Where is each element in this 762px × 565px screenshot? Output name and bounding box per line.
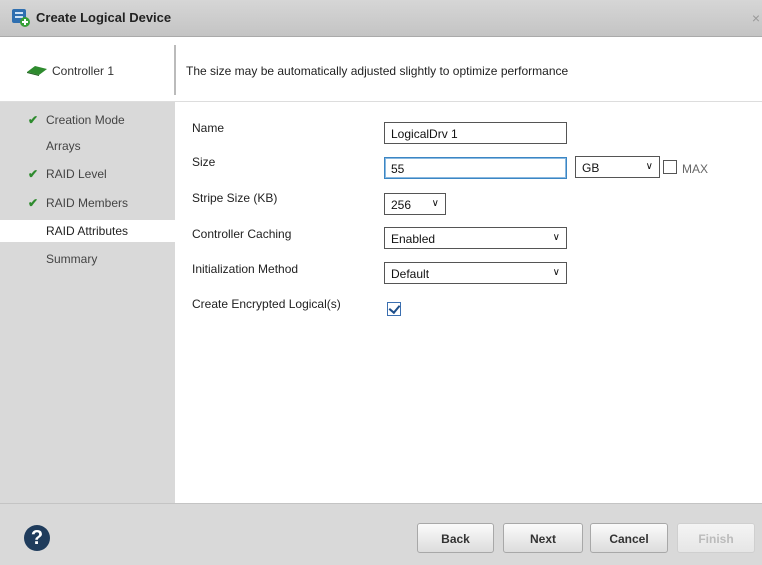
max-checkbox[interactable]	[663, 160, 677, 174]
finish-button[interactable]: Finish	[677, 523, 755, 553]
step-label: RAID Level	[46, 167, 107, 181]
chevron-down-icon: ∨	[552, 232, 560, 243]
step-summary[interactable]: Summary	[0, 248, 175, 270]
back-button[interactable]: Back	[417, 523, 494, 553]
chevron-down-icon: ∨	[552, 267, 560, 278]
size-input-value: 55	[391, 162, 405, 176]
step-raid-level[interactable]: ✔ RAID Level	[0, 163, 175, 185]
name-label: Name	[192, 121, 225, 135]
checkmark-icon: ✔	[28, 167, 39, 181]
initialization-method-label: Initialization Method	[192, 262, 299, 276]
size-label: Size	[192, 155, 216, 169]
step-label: RAID Attributes	[46, 224, 129, 238]
header-panel: Controller 1 The size may be automatical…	[0, 37, 762, 102]
header-divider	[174, 45, 176, 95]
stripe-size-label: Stripe Size (KB)	[192, 191, 278, 205]
size-unit-select[interactable]: GB ∨	[575, 156, 660, 178]
add-logical-device-icon	[12, 9, 30, 27]
max-label: MAX	[682, 162, 709, 176]
name-input-value: LogicalDrv 1	[391, 127, 458, 141]
step-label: RAID Members	[46, 196, 129, 210]
controller-caching-label: Controller Caching	[192, 227, 292, 241]
name-input[interactable]: LogicalDrv 1	[384, 122, 567, 144]
initialization-method-value: Default	[391, 267, 430, 281]
checkmark-icon: ✔	[28, 113, 39, 127]
create-encrypted-checkbox[interactable]	[387, 302, 401, 316]
size-unit-value: GB	[582, 161, 600, 175]
step-label: Creation Mode	[46, 113, 125, 127]
window-title: Create Logical Device	[36, 10, 172, 25]
chevron-down-icon: ∨	[645, 161, 653, 172]
create-encrypted-label: Create Encrypted Logical(s)	[192, 297, 341, 311]
controller-label: Controller 1	[52, 64, 115, 78]
help-icon[interactable]: ?	[24, 525, 50, 551]
step-raid-attributes[interactable]: RAID Attributes	[0, 220, 175, 242]
step-label: Summary	[46, 252, 98, 266]
footer-bar: ? Back Next Cancel Finish	[0, 503, 762, 565]
checkmark-icon: ✔	[28, 196, 39, 210]
controller-indicator: Controller 1	[0, 37, 174, 101]
step-raid-members[interactable]: ✔ RAID Members	[0, 192, 175, 214]
chevron-down-icon: ∨	[431, 198, 439, 209]
close-icon[interactable]: ×	[752, 10, 760, 26]
initialization-method-select[interactable]: Default ∨	[384, 262, 567, 284]
size-input[interactable]: 55	[384, 157, 567, 179]
stripe-size-select[interactable]: 256 ∨	[384, 193, 446, 215]
info-message: The size may be automatically adjusted s…	[186, 64, 569, 78]
step-arrays[interactable]: Arrays	[0, 135, 175, 157]
step-label: Arrays	[46, 139, 81, 153]
title-bar: Create Logical Device ×	[0, 0, 762, 37]
wizard-steps-sidebar: ✔ Creation Mode Arrays ✔ RAID Level ✔ RA…	[0, 102, 175, 503]
stripe-size-value: 256	[391, 198, 412, 212]
next-button[interactable]: Next	[503, 523, 583, 553]
step-creation-mode[interactable]: ✔ Creation Mode	[0, 109, 175, 131]
cancel-button[interactable]: Cancel	[590, 523, 668, 553]
controller-icon	[27, 66, 47, 76]
controller-caching-select[interactable]: Enabled ∨	[384, 227, 567, 249]
controller-caching-value: Enabled	[391, 232, 436, 246]
